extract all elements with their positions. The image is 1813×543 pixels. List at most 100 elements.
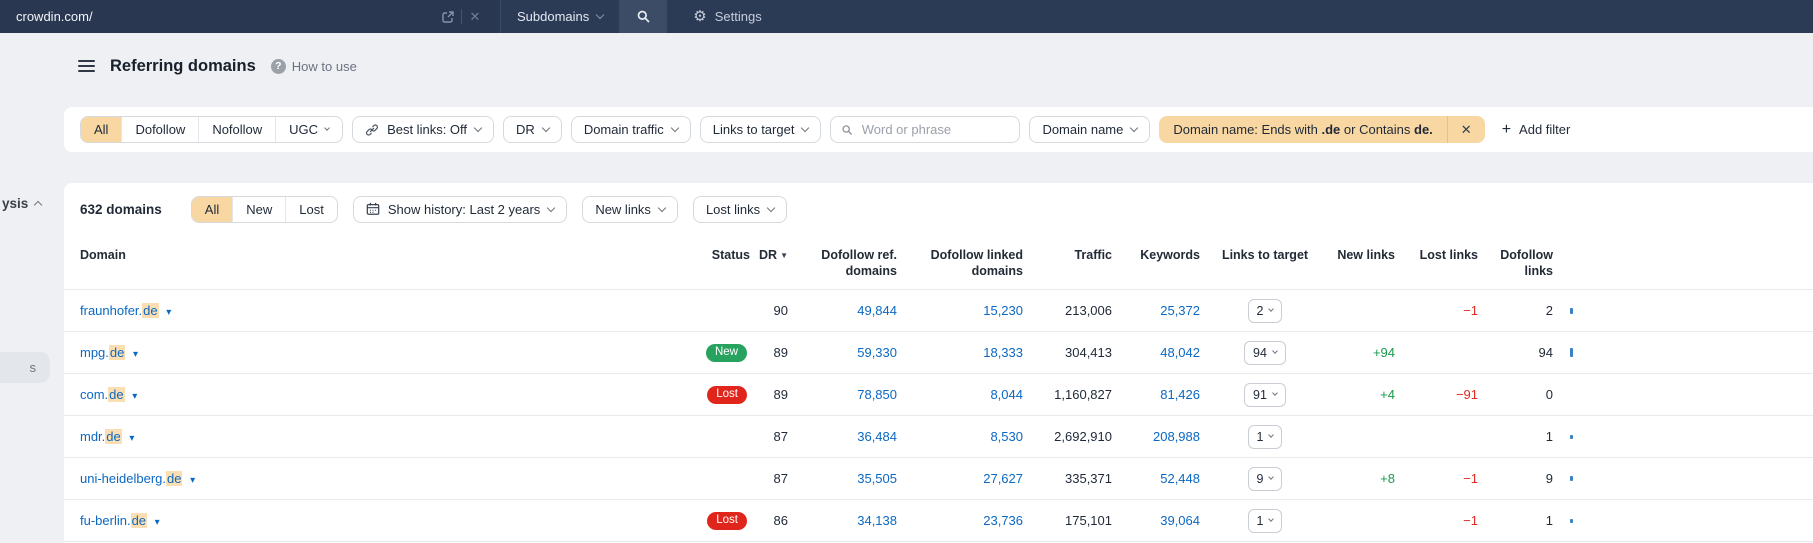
history-segmented: All New Lost bbox=[190, 195, 338, 223]
dofollow-linked-domains-link[interactable]: 8,530 bbox=[990, 429, 1023, 444]
clear-target-icon[interactable]: ✕ bbox=[462, 0, 488, 33]
dofollow-linked-domains-link[interactable]: 18,333 bbox=[983, 345, 1023, 360]
header-new-links[interactable]: New links bbox=[1330, 248, 1400, 264]
keywords-cell: 52,448 bbox=[1117, 471, 1205, 486]
show-history-button[interactable]: Show history: Last 2 years bbox=[352, 195, 568, 223]
links-to-target-value: 2 bbox=[1256, 303, 1264, 318]
header-lost-links[interactable]: Lost links bbox=[1400, 248, 1483, 264]
domain-caret-icon[interactable]: ▾ bbox=[129, 433, 134, 444]
new-links-value: +94 bbox=[1372, 345, 1395, 360]
header-dr-label: DR bbox=[759, 248, 778, 262]
domain-caret-icon[interactable]: ▾ bbox=[190, 475, 195, 486]
domain-link[interactable]: uni-heidelberg.de bbox=[80, 471, 183, 486]
dofollow-ref-domains-link[interactable]: 35,505 bbox=[857, 471, 897, 486]
table-body: fraunhofer.de ▾ 90 49,844 15,230 213,006… bbox=[64, 290, 1813, 542]
links-to-target-dropdown[interactable]: 91 bbox=[1244, 382, 1286, 407]
search-button[interactable] bbox=[619, 0, 668, 33]
sidebar-item-active[interactable]: s bbox=[0, 352, 50, 383]
header-links-to-target[interactable]: Links to target bbox=[1205, 248, 1330, 264]
domain-caret-icon[interactable]: ▾ bbox=[155, 517, 160, 528]
header-keywords[interactable]: Keywords bbox=[1117, 248, 1205, 264]
dofollow-ref-domains-link[interactable]: 59,330 bbox=[857, 345, 897, 360]
target-input[interactable]: crowdin.com/ ✕ bbox=[0, 0, 500, 33]
links-to-target-value: 1 bbox=[1256, 429, 1264, 444]
domain-match-highlight: de bbox=[108, 387, 125, 402]
header-dofollow-links[interactable]: Dofollow links bbox=[1483, 248, 1558, 279]
best-links-button[interactable]: Best links: Off bbox=[352, 116, 495, 143]
dofollow-ref-domains-link[interactable]: 49,844 bbox=[857, 303, 897, 318]
settings-button[interactable]: ⚙ Settings bbox=[693, 0, 761, 33]
keywords-link[interactable]: 52,448 bbox=[1160, 471, 1200, 486]
dofollow-links-bar-cell bbox=[1558, 348, 1813, 357]
header-dofollow-linked-domains[interactable]: Dofollow linked domains bbox=[902, 248, 1028, 279]
chevron-down-icon bbox=[1272, 348, 1278, 354]
dofollow-ref-domains-link[interactable]: 78,850 bbox=[857, 387, 897, 402]
status-badge: Lost bbox=[707, 511, 747, 531]
header-traffic[interactable]: Traffic bbox=[1028, 248, 1117, 264]
keywords-link[interactable]: 48,042 bbox=[1160, 345, 1200, 360]
header-status[interactable]: Status bbox=[675, 248, 755, 264]
keywords-cell: 25,372 bbox=[1117, 303, 1205, 318]
scope-dropdown[interactable]: Subdomains bbox=[500, 0, 619, 33]
dr-value: 90 bbox=[773, 303, 788, 318]
keywords-link[interactable]: 25,372 bbox=[1160, 303, 1200, 318]
domain-traffic-filter-button[interactable]: Domain traffic bbox=[570, 116, 691, 143]
lost-links-button[interactable]: Lost links bbox=[692, 195, 788, 223]
links-to-target-dropdown[interactable]: 1 bbox=[1247, 508, 1283, 533]
word-search-input[interactable] bbox=[861, 122, 1010, 137]
header-dofollow-ref-domains[interactable]: Dofollow ref. domains bbox=[793, 248, 902, 279]
links-to-target-dropdown[interactable]: 94 bbox=[1244, 340, 1286, 365]
dofollow-linked-cell: 18,333 bbox=[902, 345, 1028, 360]
new-links-button[interactable]: New links bbox=[582, 195, 678, 223]
domain-name-label: Domain name bbox=[1042, 122, 1124, 137]
history-tab-all[interactable]: All bbox=[191, 196, 233, 222]
links-to-target-dropdown[interactable]: 1 bbox=[1247, 424, 1283, 449]
domain-link[interactable]: mdr.de bbox=[80, 429, 122, 444]
domain-caret-icon[interactable]: ▾ bbox=[133, 349, 138, 360]
sidebar-group-backlink-analysis[interactable]: ysis bbox=[2, 196, 43, 211]
history-tab-lost[interactable]: Lost bbox=[285, 196, 337, 222]
dr-filter-button[interactable]: DR bbox=[503, 116, 562, 143]
keywords-link[interactable]: 208,988 bbox=[1153, 429, 1200, 444]
active-filter-chip[interactable]: Domain name: Ends with .de or Contains d… bbox=[1159, 116, 1485, 143]
domain-link[interactable]: fu-berlin.de bbox=[80, 513, 148, 528]
links-to-target-cell: 2 bbox=[1205, 298, 1330, 323]
keywords-link[interactable]: 81,426 bbox=[1160, 387, 1200, 402]
header-dr[interactable]: DR ▼ bbox=[755, 248, 793, 264]
links-to-target-dropdown[interactable]: 9 bbox=[1247, 466, 1283, 491]
filter-tab-all[interactable]: All bbox=[81, 117, 122, 142]
dofollow-links-bar bbox=[1570, 476, 1573, 481]
domain-link[interactable]: fraunhofer.de bbox=[80, 303, 159, 318]
filter-tab-dofollow[interactable]: Dofollow bbox=[121, 117, 198, 142]
domain-caret-icon[interactable]: ▾ bbox=[132, 391, 137, 402]
dofollow-linked-domains-link[interactable]: 27,627 bbox=[983, 471, 1023, 486]
filter-tab-ugc[interactable]: UGC bbox=[275, 117, 342, 142]
dofollow-ref-domains-link[interactable]: 36,484 bbox=[857, 429, 897, 444]
dofollow-ref-domains-link[interactable]: 34,138 bbox=[857, 513, 897, 528]
dofollow-linked-domains-link[interactable]: 15,230 bbox=[983, 303, 1023, 318]
how-to-use-link[interactable]: ? How to use bbox=[270, 58, 357, 74]
history-tab-new[interactable]: New bbox=[232, 196, 285, 222]
add-filter-button[interactable]: + Add filter bbox=[1502, 121, 1571, 138]
links-to-target-cell: 9 bbox=[1205, 466, 1330, 491]
table-row: fu-berlin.de ▾ Lost 86 34,138 23,736 175… bbox=[64, 500, 1813, 542]
links-to-target-dropdown[interactable]: 2 bbox=[1247, 298, 1283, 323]
domain-caret-icon[interactable]: ▾ bbox=[166, 307, 171, 318]
filter-tab-nofollow[interactable]: Nofollow bbox=[198, 117, 275, 142]
header-domain[interactable]: Domain bbox=[80, 248, 675, 264]
new-links-value: +4 bbox=[1380, 387, 1395, 402]
open-in-new-icon[interactable] bbox=[435, 0, 461, 33]
domain-prefix: fraunhofer. bbox=[80, 303, 143, 318]
dofollow-linked-domains-link[interactable]: 8,044 bbox=[990, 387, 1023, 402]
domain-link[interactable]: mpg.de bbox=[80, 345, 126, 360]
menu-icon[interactable] bbox=[78, 60, 95, 72]
dofollow-linked-domains-link[interactable]: 23,736 bbox=[983, 513, 1023, 528]
domain-link[interactable]: com.de bbox=[80, 387, 125, 402]
dofollow-ref-cell: 49,844 bbox=[793, 303, 902, 318]
links-to-target-filter-button[interactable]: Links to target bbox=[699, 116, 822, 143]
history-tab-label: Lost bbox=[299, 201, 324, 217]
domain-name-filter-button[interactable]: Domain name bbox=[1029, 116, 1151, 143]
add-filter-label: Add filter bbox=[1519, 122, 1571, 137]
keywords-link[interactable]: 39,064 bbox=[1160, 513, 1200, 528]
remove-filter-icon[interactable]: ✕ bbox=[1446, 116, 1485, 143]
